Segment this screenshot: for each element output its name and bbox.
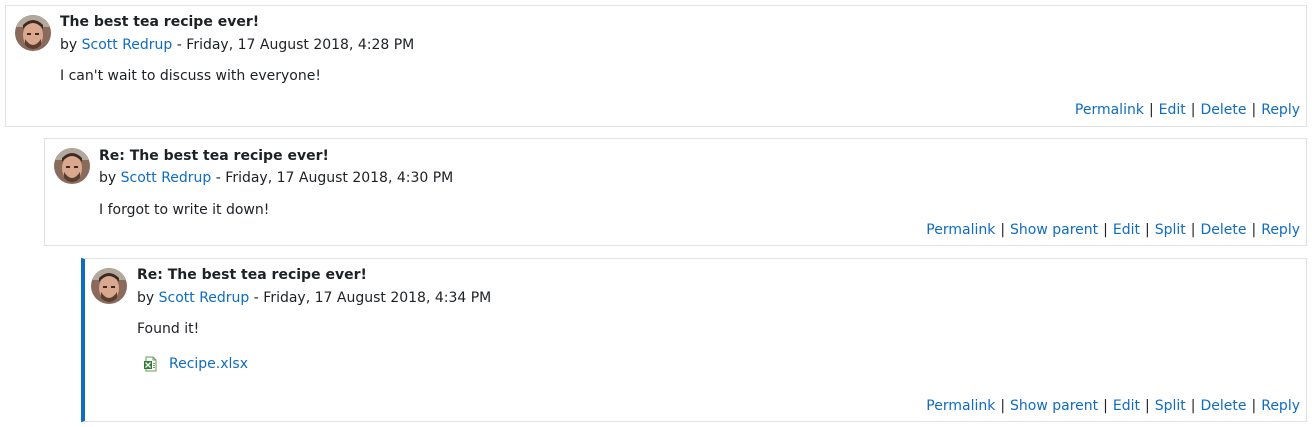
reply-link[interactable]: Reply — [1261, 222, 1300, 238]
forum-post: The best tea recipe ever! by Scott Redru… — [5, 5, 1307, 127]
separator: | — [1103, 222, 1108, 238]
avatar[interactable] — [54, 148, 90, 184]
show-parent-link[interactable]: Show parent — [1010, 222, 1098, 238]
by-prefix: by — [137, 290, 155, 306]
edit-link[interactable]: Edit — [1113, 398, 1140, 414]
edit-link[interactable]: Edit — [1113, 222, 1140, 238]
by-prefix: by — [60, 37, 78, 53]
separator: | — [1145, 222, 1150, 238]
forum-post-highlighted: Re: The best tea recipe ever! by Scott R… — [81, 258, 1307, 422]
attachment-link[interactable]: Recipe.xlsx — [169, 356, 248, 372]
separator: | — [1251, 398, 1257, 414]
separator: | — [1145, 398, 1150, 414]
delete-link[interactable]: Delete — [1201, 222, 1247, 238]
attachment: Recipe.xlsx — [143, 356, 248, 372]
separator: | — [1190, 102, 1196, 118]
post-byline: by Scott Redrup - Friday, 17 August 2018… — [99, 170, 453, 186]
separator: | — [1000, 398, 1006, 414]
post-commands: Permalink | Edit | Delete | Reply — [1075, 102, 1300, 118]
post-subject: The best tea recipe ever! — [60, 14, 260, 30]
permalink-link[interactable]: Permalink — [1075, 102, 1144, 118]
avatar[interactable] — [91, 268, 127, 304]
permalink-link[interactable]: Permalink — [926, 398, 995, 414]
delete-link[interactable]: Delete — [1201, 102, 1247, 118]
separator: | — [1251, 102, 1257, 118]
post-byline: by Scott Redrup - Friday, 17 August 2018… — [60, 37, 414, 53]
excel-file-icon — [143, 356, 159, 372]
separator: | — [1190, 222, 1196, 238]
separator: | — [1000, 222, 1006, 238]
forum-post: Re: The best tea recipe ever! by Scott R… — [44, 138, 1307, 246]
author-link[interactable]: Scott Redrup — [159, 290, 250, 306]
post-commands: Permalink | Show parent | Edit | Split | Delete |… — [926, 222, 1300, 238]
post-content: I can't wait to discuss with everyone! — [60, 68, 321, 84]
reply-link[interactable]: Reply — [1261, 102, 1300, 118]
show-parent-link[interactable]: Show parent — [1010, 398, 1098, 414]
separator: | — [1103, 398, 1108, 414]
post-content: Found it! — [137, 321, 200, 337]
post-byline: by Scott Redrup - Friday, 17 August 2018… — [137, 290, 491, 306]
post-content: I forgot to write it down! — [99, 202, 270, 218]
by-prefix: by — [99, 170, 117, 186]
post-date: - Friday, 17 August 2018, 4:34 PM — [249, 290, 492, 306]
post-date: - Friday, 17 August 2018, 4:28 PM — [172, 37, 415, 53]
avatar[interactable] — [15, 15, 51, 51]
separator: | — [1190, 398, 1196, 414]
post-commands: Permalink | Show parent | Edit | Split | Delete |… — [926, 398, 1300, 414]
delete-link[interactable]: Delete — [1201, 398, 1247, 414]
separator: | — [1251, 222, 1257, 238]
split-link[interactable]: Split — [1155, 222, 1186, 238]
author-link[interactable]: Scott Redrup — [121, 170, 212, 186]
edit-link[interactable]: Edit — [1159, 102, 1186, 118]
post-subject: Re: The best tea recipe ever! — [99, 148, 329, 164]
separator: | — [1148, 102, 1154, 118]
post-subject: Re: The best tea recipe ever! — [137, 267, 367, 283]
post-date: - Friday, 17 August 2018, 4:30 PM — [211, 170, 454, 186]
split-link[interactable]: Split — [1155, 398, 1186, 414]
author-link[interactable]: Scott Redrup — [82, 37, 173, 53]
reply-link[interactable]: Reply — [1261, 398, 1300, 414]
permalink-link[interactable]: Permalink — [926, 222, 995, 238]
